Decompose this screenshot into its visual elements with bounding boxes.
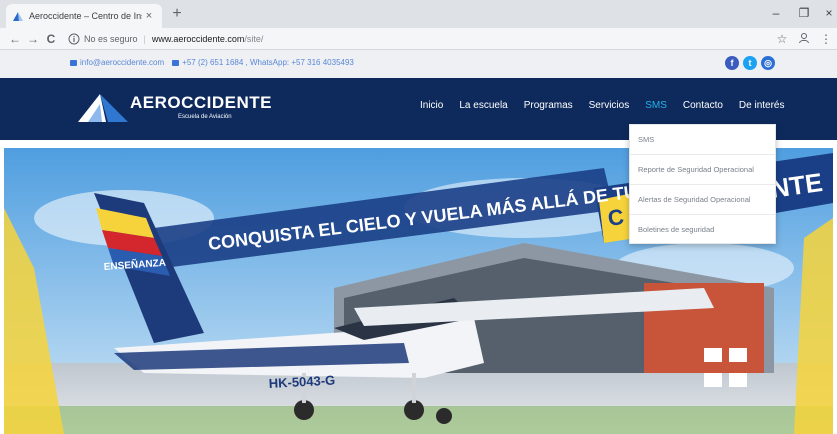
sms-dropdown-menu: SMS Reporte de Seguridad Operacional Alert…: [629, 124, 776, 244]
phone-icon: [172, 59, 180, 66]
site-logo[interactable]: AEROCCIDENTE Escuela de Aviación: [78, 90, 272, 128]
social-links: f t ◎: [725, 56, 779, 70]
twitter-icon[interactable]: t: [743, 56, 757, 70]
reload-button[interactable]: C: [42, 32, 60, 46]
logo-title: AEROCCIDENTE: [130, 93, 273, 112]
dropdown-item[interactable]: Boletines de seguridad: [630, 215, 775, 245]
plane-wheel: [436, 408, 452, 424]
not-secure-label: No es seguro: [84, 33, 138, 44]
bookmark-star-icon[interactable]: ☆: [771, 32, 793, 46]
address-bar[interactable]: No es seguro | www.aeroccidente.com /sit…: [64, 30, 704, 48]
ac-unit: [704, 348, 722, 362]
url-host: www.aeroccidente.com: [151, 33, 245, 44]
site-contact-bar: info@aeroccidente.com +57 (2) 651 1684 ,…: [0, 50, 837, 78]
menu-item-inicio[interactable]: Inicio: [420, 100, 443, 111]
menu-item-programas[interactable]: Programas: [524, 100, 573, 111]
tab-close-icon[interactable]: ×: [142, 10, 156, 22]
menu-kebab-icon[interactable]: ⋮: [815, 32, 837, 46]
close-window-button[interactable]: ×: [815, 4, 837, 22]
menu-item-servicios[interactable]: Servicios: [589, 100, 630, 111]
toolbar-right: ☆ ⋮: [771, 28, 837, 50]
contact-phone: +57 (2) 651 1684 , WhatsApp: +57 316 403…: [182, 58, 354, 67]
instagram-icon[interactable]: ◎: [761, 56, 775, 70]
forward-button[interactable]: →: [24, 32, 42, 46]
main-menu: Inicio La escuela Programas Servicios SMS Con…: [420, 100, 801, 111]
aeroccidente-favicon-icon: [13, 12, 23, 21]
logo-subtitle: Escuela de Aviación: [178, 114, 232, 120]
facebook-icon[interactable]: f: [725, 56, 739, 70]
info-icon[interactable]: [68, 33, 80, 45]
browser-tab-bar: Aeroccidente – Centro de Instru × + – ❐ …: [0, 0, 837, 28]
menu-item-la-escuela[interactable]: La escuela: [459, 100, 507, 111]
dropdown-item[interactable]: SMS: [630, 125, 775, 155]
ac-unit: [729, 348, 747, 362]
menu-item-de-interes[interactable]: De interés: [739, 100, 785, 111]
profile-icon[interactable]: [793, 32, 815, 47]
tab-title: Aeroccidente – Centro de Instru: [29, 11, 142, 21]
mail-icon: [70, 59, 77, 66]
maximize-button[interactable]: ❐: [790, 4, 818, 22]
menu-item-contacto[interactable]: Contacto: [683, 100, 723, 111]
dropdown-item[interactable]: Alertas de Seguridad Operacional: [630, 185, 775, 215]
new-tab-button[interactable]: +: [168, 5, 186, 23]
contact-email[interactable]: info@aeroccidente.com: [80, 58, 164, 67]
browser-toolbar: ← → C No es seguro | www.aeroccidente.co…: [0, 28, 837, 50]
back-button[interactable]: ←: [6, 32, 24, 46]
landing-gear: [302, 373, 306, 403]
landing-gear: [412, 373, 416, 403]
contact-info: info@aeroccidente.com +57 (2) 651 1684 ,…: [70, 58, 354, 67]
minimize-button[interactable]: –: [762, 4, 790, 22]
menu-item-sms[interactable]: SMS: [645, 100, 667, 111]
dropdown-item[interactable]: Reporte de Seguridad Operacional: [630, 155, 775, 185]
ac-unit: [704, 373, 722, 387]
ac-unit: [729, 373, 747, 387]
url-path: /site/: [244, 33, 264, 44]
aeroccidente-logo-icon: [78, 94, 128, 122]
address-separator: |: [143, 33, 146, 44]
browser-tab[interactable]: Aeroccidente – Centro de Instru ×: [6, 4, 162, 28]
